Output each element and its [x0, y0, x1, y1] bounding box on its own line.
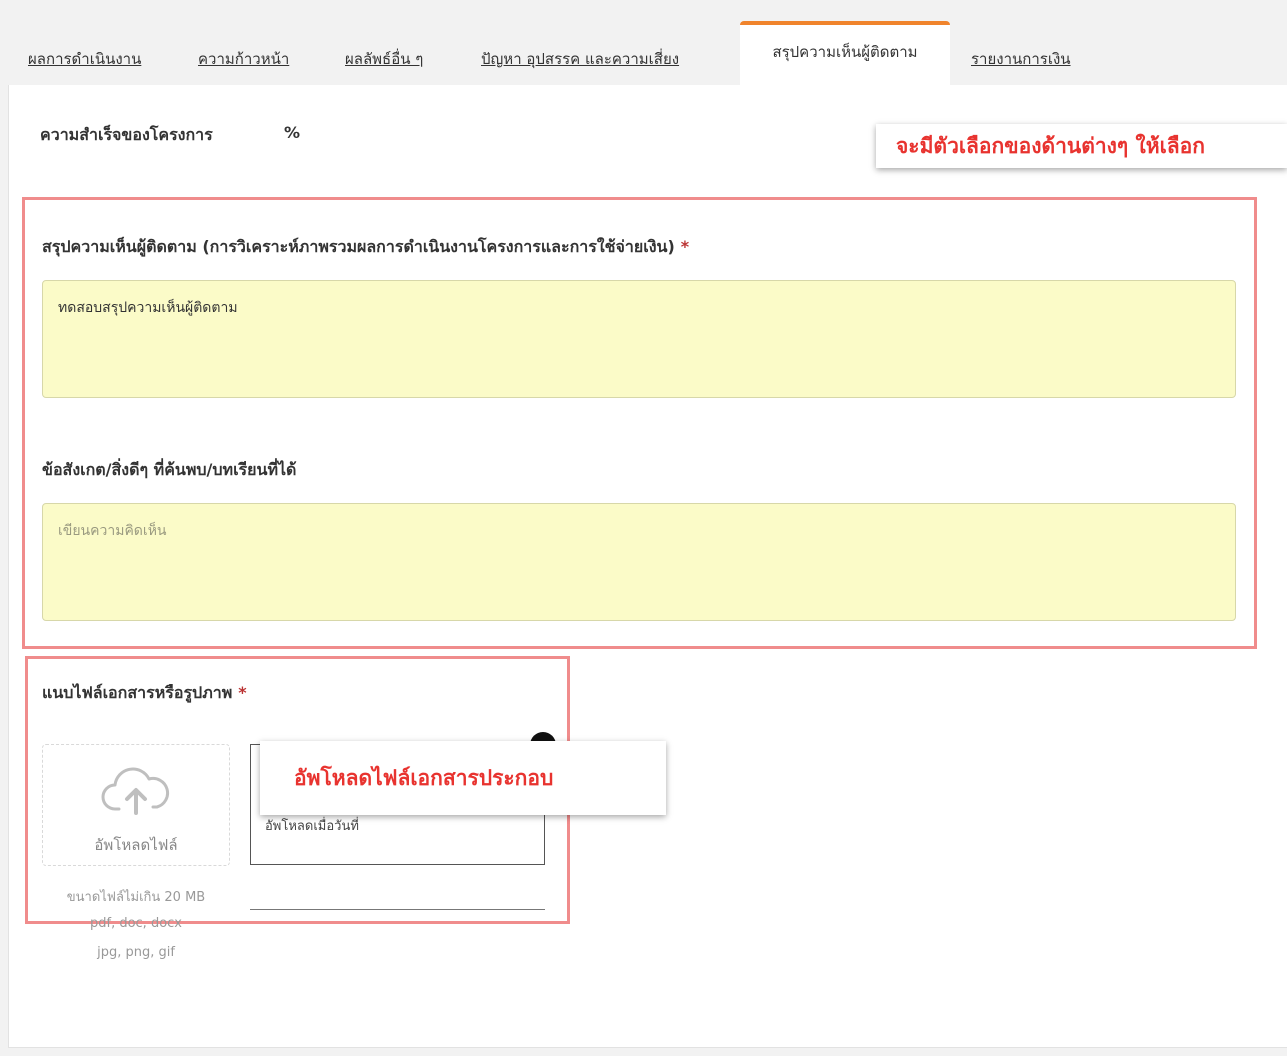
page: ผลการดำเนินงาน ความก้าวหน้า ผลลัพธ์อื่น …	[0, 0, 1287, 1056]
observations-label: ข้อสังเกต/สิ่งดีๆ ที่ค้นพบ/บทเรียนที่ได้	[42, 458, 296, 483]
upload-file-label: อัพโหลดไฟล์	[94, 836, 178, 854]
required-marker: *	[238, 683, 247, 702]
upload-types-hint-docs: pdf, doc, docx	[89, 916, 182, 931]
upload-types-hint-images: jpg, png, gif	[97, 945, 175, 960]
required-marker: *	[680, 237, 690, 256]
tab-monitor-summary-label: สรุปความเห็นผู้ติดตาม	[772, 43, 918, 61]
summary-textarea[interactable]	[42, 280, 1236, 398]
tab-other-results[interactable]: ผลลัพธ์อื่น ๆ	[345, 47, 423, 71]
observations-label-text: ข้อสังเกต/สิ่งดีๆ ที่ค้นพบ/บทเรียนที่ได้	[42, 460, 297, 479]
tab-bar: ผลการดำเนินงาน ความก้าวหน้า ผลลัพธ์อื่น …	[0, 0, 1287, 85]
attachment-label-text: แนบไฟล์เอกสารหรือรูปภาพ	[42, 683, 233, 702]
options-callout: จะมีตัวเลือกของด้านต่างๆ ให้เลือก	[876, 124, 1287, 168]
tab-problems-risks[interactable]: ปัญหา อุปสรรค และความเสี่ยง	[481, 47, 679, 71]
summary-label-text: สรุปความเห็นผู้ติดตาม (การวิเคราะห์ภาพรว…	[42, 237, 675, 256]
project-success-value: %	[284, 123, 301, 142]
file-upload-dropzone[interactable]: อัพโหลดไฟล์	[42, 744, 230, 866]
tab-monitor-summary[interactable]: สรุปความเห็นผู้ติดตาม	[740, 21, 950, 85]
observations-textarea[interactable]	[42, 503, 1236, 621]
cloud-upload-icon	[101, 767, 170, 815]
upload-callout: อัพโหลดไฟล์เอกสารประกอบ	[260, 741, 666, 815]
project-success-label: ความสำเร็จของโครงการ	[40, 125, 213, 144]
tab-progress[interactable]: ความก้าวหน้า	[198, 47, 289, 71]
uploaded-file-date: อัพโหลดเมื่อวันที่	[265, 819, 359, 834]
tab-financial-report[interactable]: รายงานการเงิน	[971, 47, 1071, 71]
summary-label: สรุปความเห็นผู้ติดตาม (การวิเคราะห์ภาพรว…	[42, 235, 689, 260]
file-caption-underline	[250, 909, 545, 910]
upload-size-hint: ขนาดไฟล์ไม่เกิน 20 MB	[66, 890, 206, 905]
attachment-label: แนบไฟล์เอกสารหรือรูปภาพ *	[42, 681, 247, 706]
tab-performance[interactable]: ผลการดำเนินงาน	[28, 47, 141, 71]
